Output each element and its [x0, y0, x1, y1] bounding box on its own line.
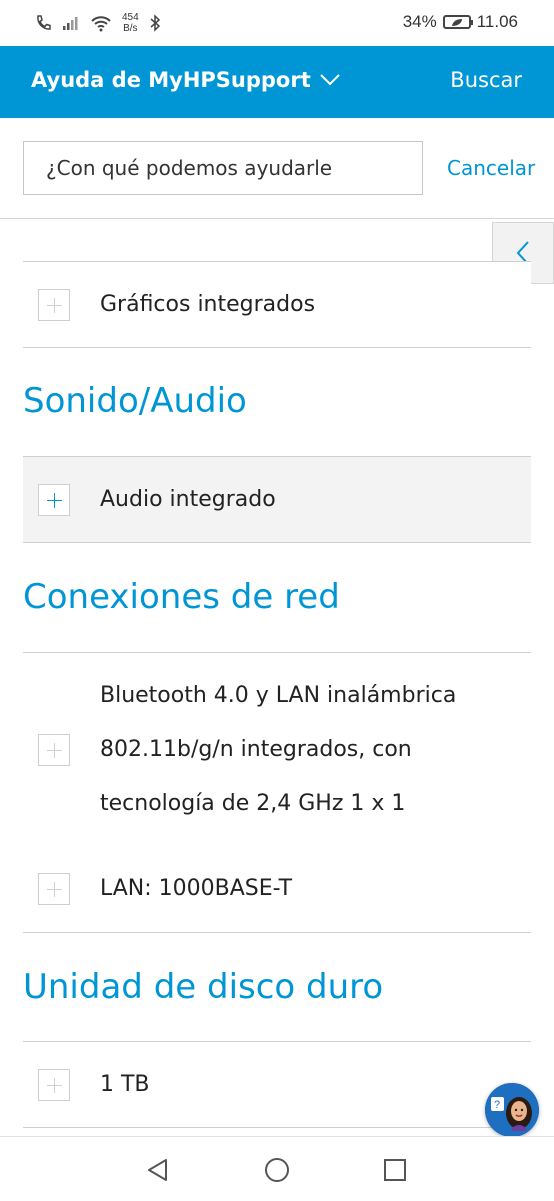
search-input[interactable]	[23, 141, 423, 195]
back-icon[interactable]	[145, 1157, 171, 1183]
battery-percent: 34%	[402, 12, 437, 31]
status-bar: 454 B/s 34% 11.06	[0, 0, 554, 46]
clock: 11.06	[476, 12, 518, 31]
list-item-label: LAN: 1000BASE-T	[100, 876, 293, 901]
plus-icon[interactable]	[38, 873, 70, 905]
plus-icon[interactable]	[38, 734, 70, 766]
list-item-hdd-1tb[interactable]: 1 TB	[23, 1041, 531, 1128]
wifi-icon	[91, 16, 111, 32]
plus-icon[interactable]	[38, 1069, 70, 1101]
search-button[interactable]: Buscar	[450, 68, 522, 92]
cancel-button[interactable]: Cancelar	[447, 156, 535, 180]
home-icon[interactable]	[264, 1157, 290, 1183]
chat-assistant-icon[interactable]: ?	[485, 1083, 539, 1137]
recents-icon[interactable]	[383, 1158, 407, 1182]
list-item-label: 1 TB	[100, 1072, 150, 1097]
list-item-audio-integrated[interactable]: Audio integrado	[23, 456, 531, 543]
header-title: Ayuda de MyHPSupport	[31, 68, 311, 92]
content-scroll-area[interactable]: Gráficos de vídeo Gráficos integrados So…	[0, 218, 554, 1137]
bluetooth-icon	[150, 14, 160, 32]
help-menu-dropdown[interactable]: Ayuda de MyHPSupport	[31, 68, 341, 92]
plus-icon[interactable]	[38, 484, 70, 516]
section-heading-network: Conexiones de red	[23, 577, 340, 617]
section-heading-audio: Sonido/Audio	[23, 381, 247, 421]
list-item-label: Audio integrado	[100, 487, 276, 512]
network-speed-value: 454	[122, 12, 139, 23]
phone-wifi-icon	[37, 15, 51, 30]
search-row: Cancelar	[0, 118, 554, 218]
system-navigation-bar	[0, 1136, 554, 1201]
list-item-graphics-integrated[interactable]: Gráficos integrados	[23, 261, 531, 348]
network-speed: 454 B/s	[122, 12, 139, 34]
svg-text:?: ?	[494, 1099, 500, 1111]
network-speed-unit: B/s	[123, 23, 138, 34]
app-header: Ayuda de MyHPSupport Buscar	[0, 46, 554, 118]
list-item-bluetooth-wlan[interactable]: Bluetooth 4.0 y LAN inalámbrica 802.11b/…	[23, 652, 531, 847]
section-heading-graphics: Gráficos de vídeo	[23, 219, 320, 227]
plus-icon[interactable]	[38, 289, 70, 321]
section-heading-hard-drive: Unidad de disco duro	[23, 967, 384, 1007]
list-item-label: Gráficos integrados	[100, 292, 316, 317]
chevron-down-icon	[320, 74, 340, 86]
signal-icon	[63, 17, 78, 30]
list-item-label: Bluetooth 4.0 y LAN inalámbrica 802.11b/…	[100, 683, 457, 816]
battery-icon	[442, 15, 473, 29]
list-item-lan[interactable]: LAN: 1000BASE-T	[23, 846, 531, 933]
